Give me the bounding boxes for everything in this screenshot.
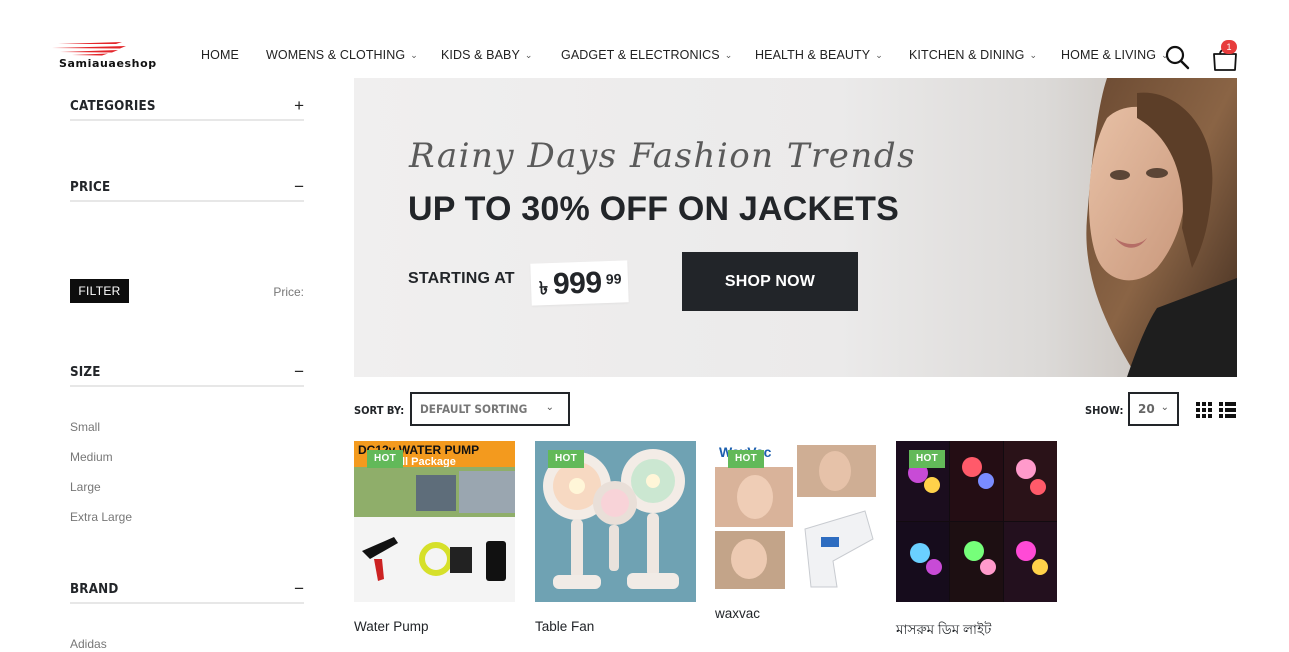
minus-icon[interactable]: −: [294, 177, 304, 197]
price-widget-header[interactable]: PRICE −: [70, 177, 304, 202]
size-option-large[interactable]: Large: [70, 480, 101, 494]
grid-view-icon[interactable]: [1196, 402, 1212, 418]
banner-model-image: [1086, 78, 1237, 377]
minus-icon[interactable]: −: [294, 579, 304, 599]
size-title: SIZE: [70, 365, 101, 380]
chevron-down-icon: ⌄: [524, 50, 533, 60]
site-header: Samiauaeshop HOME WOMENS & CLOTHING ⌄ KID…: [0, 0, 1289, 78]
nav-item-womens-clothing[interactable]: WOMENS & CLOTHING ⌄: [266, 48, 418, 62]
size-option-medium[interactable]: Medium: [70, 450, 113, 464]
plus-icon[interactable]: +: [294, 96, 304, 116]
chevron-down-icon: ⌄: [410, 50, 418, 60]
minus-icon[interactable]: −: [294, 362, 304, 382]
nav-item-kids-baby[interactable]: KIDS & BABY ⌄: [441, 48, 533, 62]
site-logo[interactable]: Samiauaeshop: [48, 38, 158, 72]
price-range-label: Price:: [273, 285, 304, 299]
product-image[interactable]: HOT: [896, 441, 1057, 602]
product-image-subtext: ll Package: [402, 456, 456, 468]
logo-text: Samiauaeshop: [59, 57, 157, 70]
nav-item-home-living[interactable]: HOME & LIVING ⌄: [1061, 48, 1169, 62]
nav-item-home[interactable]: HOME: [201, 48, 239, 62]
filter-button[interactable]: FILTER: [70, 279, 129, 303]
product-name[interactable]: waxvac: [715, 606, 760, 621]
brand-title: BRAND: [70, 582, 119, 597]
hot-badge: HOT: [548, 450, 584, 468]
product-name[interactable]: Water Pump: [354, 619, 429, 634]
price-title: PRICE: [70, 180, 111, 195]
banner-script-text: Rainy Days Fashion Trends: [409, 136, 917, 176]
nav-item-gadget-electronics[interactable]: GADGET & ELECTRONICS ⌄: [561, 48, 732, 62]
size-widget-header[interactable]: SIZE −: [70, 362, 304, 387]
list-view-icon[interactable]: [1219, 402, 1236, 418]
currency-symbol: ৳: [538, 278, 549, 299]
chevron-down-icon: ⌄: [724, 50, 733, 60]
sort-select-value: DEFAULT SORTING: [420, 402, 528, 416]
hot-badge: HOT: [909, 450, 945, 468]
banner-headline: UP TO 30% OFF ON JACKETS: [408, 190, 899, 228]
logo-swoosh-icon: [52, 42, 126, 56]
price-cents: 99: [605, 270, 622, 288]
show-count-value: 20: [1138, 402, 1155, 416]
chevron-down-icon: ⌄: [875, 50, 883, 60]
banner-starting-at: STARTING AT: [408, 270, 515, 287]
brand-option-adidas[interactable]: Adidas: [70, 637, 107, 651]
cart-count-badge: 1: [1221, 40, 1237, 54]
promo-banner: Rainy Days Fashion Trends UP TO 30% OFF …: [354, 78, 1237, 377]
product-image[interactable]: DC12v WATER PUMP ll Package HOT: [354, 441, 515, 602]
product-image[interactable]: WaxVac HOT: [715, 441, 876, 602]
size-option-extra-large[interactable]: Extra Large: [70, 510, 132, 524]
nav-item-health-beauty[interactable]: HEALTH & BEAUTY ⌄: [755, 48, 883, 62]
price-main: 999: [552, 266, 603, 301]
product-image[interactable]: HOT: [535, 441, 696, 602]
shop-now-button[interactable]: SHOP NOW: [682, 252, 858, 311]
size-option-small[interactable]: Small: [70, 420, 100, 434]
show-count-select[interactable]: 20 ⌄: [1128, 392, 1179, 426]
product-name[interactable]: Table Fan: [535, 619, 594, 634]
banner-price-tag: ৳ 999 99: [530, 260, 629, 306]
chevron-down-icon: ⌄: [1029, 50, 1038, 60]
sort-by-label: SORT BY:: [354, 404, 405, 417]
hot-badge: HOT: [367, 450, 403, 468]
chevron-down-icon: ⌄: [545, 402, 554, 413]
show-label: SHOW:: [1085, 404, 1124, 417]
nav-item-kitchen-dining[interactable]: KITCHEN & DINING ⌄: [909, 48, 1037, 62]
product-name[interactable]: মাসরুম ডিম লাইট: [896, 619, 991, 642]
search-icon[interactable]: [1163, 44, 1191, 72]
sort-select[interactable]: DEFAULT SORTING ⌄: [410, 392, 570, 426]
chevron-down-icon: ⌄: [1160, 402, 1169, 413]
hot-badge: HOT: [728, 450, 764, 468]
categories-title: CATEGORIES: [70, 99, 156, 114]
categories-widget-header[interactable]: CATEGORIES +: [70, 96, 304, 121]
brand-widget-header[interactable]: BRAND −: [70, 579, 304, 604]
